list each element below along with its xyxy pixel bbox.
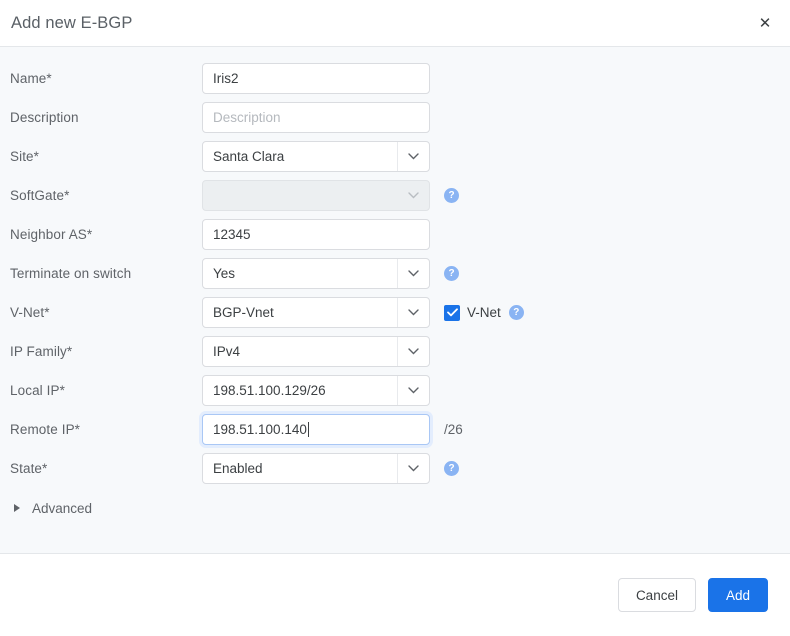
vnet-checkbox-label: V-Net: [467, 305, 501, 320]
form-row-vnet: V-Net* BGP-Vnet V-Net ?: [0, 293, 790, 332]
dialog-footer: Cancel Add: [0, 554, 790, 636]
chevron-down-icon: [398, 298, 429, 327]
text-caret: [307, 422, 309, 437]
vnet-select-value: BGP-Vnet: [213, 305, 274, 320]
vnet-checkbox[interactable]: [444, 304, 460, 321]
chevron-down-icon: [398, 454, 429, 483]
form-row-local-ip: Local IP* 198.51.100.129/26: [0, 371, 790, 410]
form-row-terminate-on-switch: Terminate on switch Yes ?: [0, 254, 790, 293]
help-icon[interactable]: ?: [508, 305, 524, 320]
control-state: Enabled: [202, 453, 430, 484]
softgate-select[interactable]: [202, 180, 430, 211]
vnet-adornments: V-Net ?: [444, 304, 524, 321]
label-vnet: V-Net*: [10, 305, 50, 320]
label-site: Site*: [10, 149, 40, 164]
remote-ip-input-value: 198.51.100.140: [213, 422, 307, 437]
label-remote-ip: Remote IP*: [10, 422, 81, 437]
form-row-neighbor-as: Neighbor AS* 12345: [0, 215, 790, 254]
chevron-down-icon: [398, 376, 429, 405]
control-remote-ip: 198.51.100.140: [202, 414, 430, 445]
dialog-title: Add new E-BGP: [11, 13, 133, 32]
form-row-description: Description Description: [0, 98, 790, 137]
chevron-down-icon: [398, 181, 429, 210]
control-terminate-on-switch: Yes: [202, 258, 430, 289]
description-input[interactable]: Description: [202, 102, 430, 133]
control-site: Santa Clara: [202, 141, 430, 172]
terminate-on-switch-adornments: ?: [444, 266, 459, 281]
chevron-down-icon: [398, 259, 429, 288]
label-softgate: SoftGate*: [10, 188, 70, 203]
state-adornments: ?: [444, 461, 459, 476]
label-neighbor-as: Neighbor AS*: [10, 227, 93, 242]
form-row-name: Name* Iris2: [0, 59, 790, 98]
terminate-on-switch-select[interactable]: Yes: [202, 258, 430, 289]
help-icon[interactable]: ?: [444, 266, 459, 281]
softgate-adornments: ?: [444, 188, 459, 203]
control-name: Iris2: [202, 63, 430, 94]
label-terminate-on-switch: Terminate on switch: [10, 266, 132, 281]
ip-family-select-value: IPv4: [213, 344, 241, 359]
add-button[interactable]: Add: [707, 578, 768, 612]
name-input-value: Iris2: [213, 71, 239, 86]
label-state: State*: [10, 461, 48, 476]
local-ip-select-value: 198.51.100.129/26: [213, 383, 326, 398]
description-input-placeholder: Description: [213, 110, 281, 125]
control-vnet: BGP-Vnet: [202, 297, 430, 328]
form-row-site: Site* Santa Clara: [0, 137, 790, 176]
local-ip-select[interactable]: 198.51.100.129/26: [202, 375, 430, 406]
add-ebgp-dialog: Add new E-BGP ✕ Name* Iris2 Description …: [0, 0, 790, 636]
name-input[interactable]: Iris2: [202, 63, 430, 94]
form-row-state: State* Enabled ?: [0, 449, 790, 488]
vnet-select[interactable]: BGP-Vnet: [202, 297, 430, 328]
help-icon[interactable]: ?: [444, 461, 459, 476]
neighbor-as-input[interactable]: 12345: [202, 219, 430, 250]
dialog-body: Name* Iris2 Description Description Site…: [0, 47, 790, 554]
chevron-down-icon: [398, 142, 429, 171]
state-select-value: Enabled: [213, 461, 263, 476]
control-description: Description: [202, 102, 430, 133]
site-select[interactable]: Santa Clara: [202, 141, 430, 172]
neighbor-as-input-value: 12345: [213, 227, 251, 242]
triangle-right-icon: [14, 504, 20, 512]
remote-ip-input[interactable]: 198.51.100.140: [202, 414, 430, 445]
label-ip-family: IP Family*: [10, 344, 73, 359]
remote-ip-adornments: /26: [444, 422, 463, 437]
control-softgate: [202, 180, 430, 211]
vnet-checkbox-group: V-Net: [444, 304, 501, 321]
advanced-section-toggle[interactable]: Advanced: [0, 493, 92, 523]
label-description: Description: [10, 110, 79, 125]
remote-ip-prefix-length: /26: [444, 422, 463, 437]
state-select[interactable]: Enabled: [202, 453, 430, 484]
help-icon[interactable]: ?: [444, 188, 459, 203]
cancel-button[interactable]: Cancel: [617, 578, 696, 612]
label-local-ip: Local IP*: [10, 383, 65, 398]
control-ip-family: IPv4: [202, 336, 430, 367]
form-row-remote-ip: Remote IP* 198.51.100.140 /26: [0, 410, 790, 449]
terminate-on-switch-select-value: Yes: [213, 266, 236, 281]
close-icon[interactable]: ✕: [754, 12, 776, 34]
control-neighbor-as: 12345: [202, 219, 430, 250]
form-row-ip-family: IP Family* IPv4: [0, 332, 790, 371]
form-row-softgate: SoftGate* ?: [0, 176, 790, 215]
advanced-label: Advanced: [32, 500, 93, 516]
chevron-down-icon: [398, 337, 429, 366]
control-local-ip: 198.51.100.129/26: [202, 375, 430, 406]
label-name: Name*: [10, 71, 52, 86]
site-select-value: Santa Clara: [213, 149, 285, 164]
ip-family-select[interactable]: IPv4: [202, 336, 430, 367]
dialog-header: Add new E-BGP ✕: [0, 0, 790, 47]
